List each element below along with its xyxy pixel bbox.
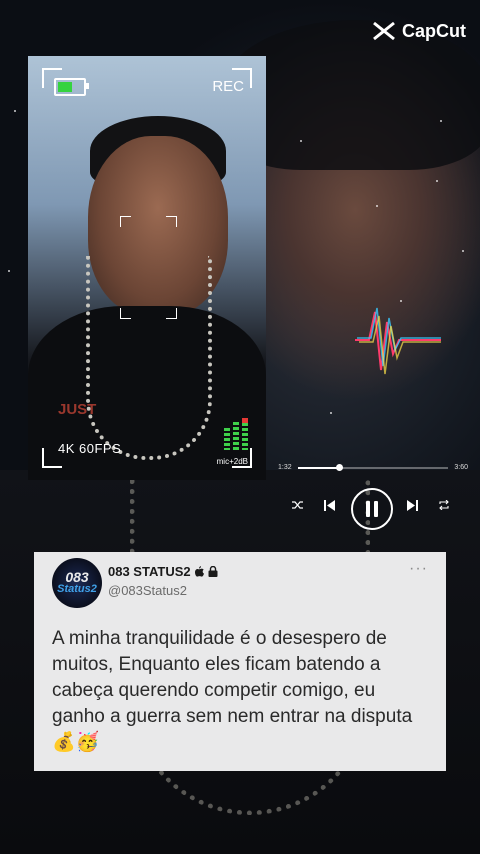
heartbeat-pulse-icon — [355, 307, 441, 375]
format-label: 4K 60FPS — [58, 441, 122, 456]
capcut-watermark: CapCut — [372, 20, 466, 42]
sparkle — [440, 120, 442, 122]
more-options-icon[interactable]: ··· — [409, 560, 428, 578]
camera-viewfinder-card: JUST REC 4K 60FPS mic+2dB — [28, 56, 266, 480]
sparkle — [14, 110, 16, 112]
sparkle — [300, 140, 302, 142]
progress-knob[interactable] — [335, 464, 343, 471]
previous-icon[interactable] — [324, 500, 336, 511]
repeat-icon[interactable] — [438, 500, 450, 510]
audio-level-meter-icon — [224, 418, 248, 450]
focus-corner — [120, 216, 131, 227]
person-chain — [86, 256, 212, 460]
capcut-logo-icon — [373, 21, 395, 41]
sparkle — [8, 270, 10, 272]
capcut-brand-label: CapCut — [402, 20, 466, 41]
next-icon[interactable] — [406, 500, 418, 511]
tweet-text: A minha tranquilidade é o desespero de m… — [52, 628, 413, 753]
shuffle-icon[interactable] — [292, 500, 304, 510]
sparkle — [462, 250, 464, 252]
lock-icon — [208, 566, 218, 577]
display-name-label: 083 STATUS2 — [108, 564, 191, 579]
focus-corner — [120, 308, 131, 319]
tweet-card: 083 Status2 083 STATUS2 @083Status2 ··· … — [34, 552, 446, 771]
shirt-print: JUST — [58, 401, 97, 418]
display-name[interactable]: 083 STATUS2 — [108, 564, 218, 579]
progress-track[interactable] — [298, 467, 448, 469]
duration-time: 3:60 — [454, 464, 468, 471]
battery-icon — [54, 78, 89, 96]
sparkle — [436, 180, 438, 182]
apple-icon — [194, 566, 204, 577]
avatar-text-bottom: Status2 — [57, 583, 97, 595]
avatar[interactable]: 083 Status2 — [52, 558, 102, 608]
sparkle — [376, 205, 378, 207]
mic-gain-label: mic+2dB — [216, 457, 248, 466]
focus-corner — [166, 216, 177, 227]
user-handle[interactable]: @083Status2 — [108, 583, 187, 598]
elapsed-time: 1:32 — [278, 464, 292, 471]
pause-icon — [366, 501, 378, 517]
pause-button[interactable] — [351, 488, 393, 530]
sparkle — [330, 412, 332, 414]
focus-corner — [166, 308, 177, 319]
rec-label: REC — [212, 78, 244, 95]
avatar-text-top: 083 — [65, 569, 89, 585]
